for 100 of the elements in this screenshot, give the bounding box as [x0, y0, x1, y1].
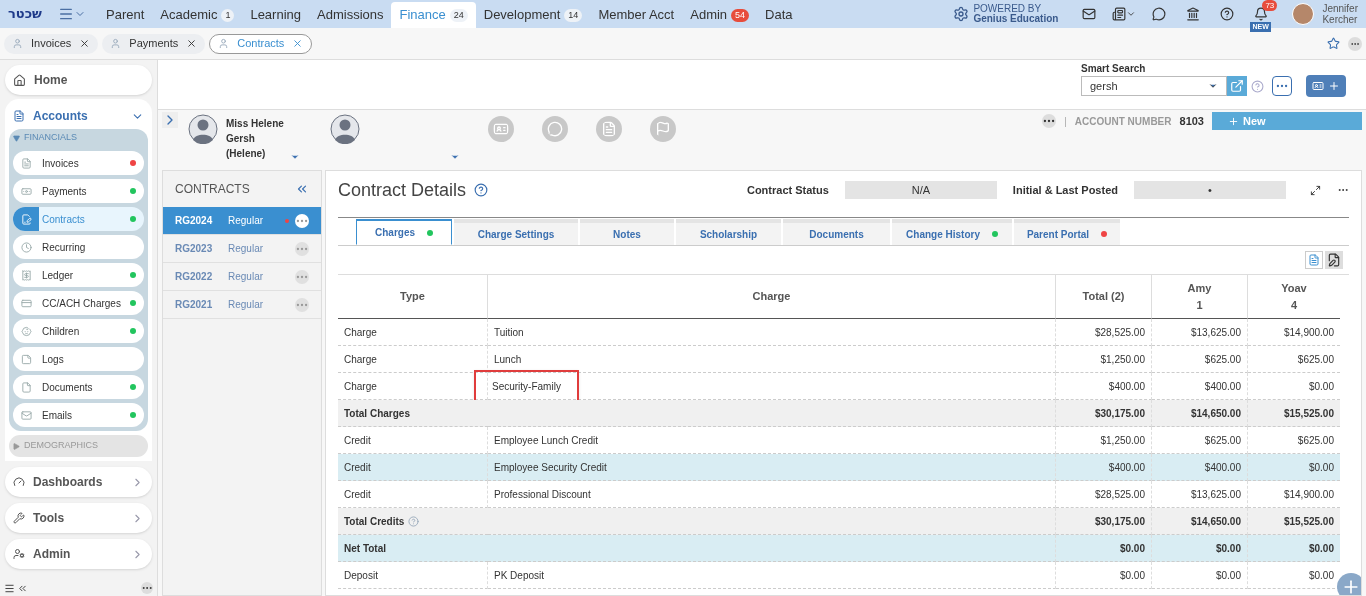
nav-tab[interactable]: Academic 1 [152, 2, 243, 28]
close-icon[interactable] [186, 38, 198, 49]
mail-icon[interactable] [1082, 7, 1097, 21]
sidebar-item[interactable]: Ledger [13, 263, 144, 287]
table-cell: Charge [338, 373, 488, 400]
external-link-icon[interactable] [1227, 76, 1247, 96]
avatar-icon [188, 114, 218, 144]
nav-tab[interactable]: Learning [242, 2, 309, 28]
tab[interactable]: Charge Settings [454, 219, 578, 245]
open-tab[interactable]: Payments [102, 33, 206, 54]
amount-cell: $0.00 [1152, 562, 1248, 589]
menu-icon[interactable] [4, 582, 15, 594]
tab[interactable]: Parent Portal [1014, 219, 1120, 245]
table-cell: Deposit [338, 562, 488, 589]
school-logo: שכטר [8, 5, 43, 24]
more-button[interactable] [1272, 76, 1292, 96]
table-cell: Employee Lunch Credit [488, 427, 1056, 454]
amount-cell: $0.00 [1248, 454, 1340, 481]
contract-type: Regular [228, 270, 265, 284]
edit-document-icon[interactable] [1325, 251, 1343, 269]
dropdown-caret-icon[interactable] [1208, 81, 1218, 91]
table-cell: Credit [338, 427, 488, 454]
nav-tab[interactable]: Data [757, 2, 801, 28]
document-icon[interactable] [1112, 7, 1127, 21]
contract-type: Regular [228, 298, 265, 312]
contract-code: RG2021 [175, 298, 214, 312]
sidebar-item[interactable]: Emails [13, 403, 144, 427]
expand-icon[interactable] [1310, 184, 1321, 196]
avatar-icon [329, 114, 360, 144]
tab[interactable]: Charges [356, 219, 452, 245]
user-name: Jennifer [1322, 3, 1358, 14]
sidebar-item[interactable]: Invoices [13, 151, 144, 175]
nav-tab[interactable]: Finance 24 [391, 2, 476, 28]
more-icon[interactable] [1348, 36, 1362, 51]
home-menu-item[interactable]: Home [5, 65, 152, 95]
amount-cell: $1,250.00 [1056, 346, 1152, 373]
nav-tab[interactable]: Member Acct [590, 2, 683, 28]
menu-item-label: Recurring [42, 240, 87, 255]
nav-tab[interactable]: Development 14 [475, 2, 591, 28]
nav-tab[interactable]: Admin 54 [682, 2, 758, 28]
building-icon[interactable] [1186, 7, 1201, 21]
star-icon[interactable] [1327, 37, 1340, 50]
close-icon[interactable] [79, 38, 91, 49]
open-tab[interactable]: Invoices [4, 33, 99, 54]
amount-cell: $13,625.00 [1152, 481, 1248, 508]
sidebar-item[interactable]: Documents [13, 375, 144, 399]
notification-badge: 73 [1262, 0, 1278, 11]
section-label: Admin [33, 546, 72, 563]
sidebar-section[interactable]: Dashboards [5, 467, 152, 497]
menu-icon[interactable] [58, 6, 74, 22]
sidebar-item[interactable]: Recurring [13, 235, 144, 259]
field-label: Contract Status [746, 182, 829, 198]
tab[interactable]: Notes [580, 219, 674, 245]
menu-item-icon [20, 213, 32, 225]
sidebar-item[interactable]: Children [13, 319, 144, 343]
expand-icon[interactable] [162, 112, 178, 128]
sidebar-item[interactable]: Logs [13, 347, 144, 371]
user-avatar[interactable] [1292, 3, 1315, 25]
chat-icon[interactable] [1152, 7, 1167, 21]
contact-name: Miss Helene [226, 117, 284, 131]
contact-name: (Helene) [226, 147, 267, 161]
more-icon[interactable] [1042, 114, 1057, 128]
amount-cell: $625.00 [1152, 346, 1248, 373]
sidebar-item[interactable]: Payments [13, 179, 144, 203]
tab[interactable]: Scholarship [676, 219, 781, 245]
more-icon[interactable] [141, 582, 153, 594]
table-cell: Total Charges [338, 400, 488, 427]
table-cell: Employee Security Credit [488, 454, 1056, 481]
sidebar-item[interactable]: CC/ACH Charges [13, 291, 144, 315]
caret-icon[interactable] [289, 152, 300, 162]
help-icon[interactable] [474, 183, 489, 197]
account-number-label: ACCOUNT NUMBER [1074, 114, 1172, 129]
menu-item-label: Ledger [42, 268, 75, 283]
nav-tab[interactable]: Parent [98, 2, 153, 28]
collapse-icon[interactable] [295, 182, 309, 196]
sidebar-section[interactable]: Admin [5, 539, 152, 569]
tab[interactable]: Change History [892, 219, 1012, 245]
amount-cell: $28,525.00 [1056, 319, 1152, 346]
menu-item-icon [20, 381, 32, 393]
nav-tab[interactable]: Admissions [309, 2, 392, 28]
user-icon [12, 38, 23, 49]
bell-icon[interactable] [1254, 7, 1269, 21]
search-field[interactable]: gersh [1081, 76, 1227, 96]
caret-icon[interactable] [449, 152, 460, 162]
contract-code: RG2022 [175, 270, 214, 284]
user-name: Kercher [1322, 14, 1358, 25]
amount-cell: $30,175.00 [1056, 400, 1152, 427]
open-tab[interactable]: Contracts [209, 33, 313, 54]
help-icon[interactable] [1220, 7, 1235, 21]
section-icon [13, 512, 25, 524]
contact-name: Gersh [226, 132, 256, 146]
contract-code: RG2023 [175, 242, 214, 256]
sidebar-section[interactable]: Tools [5, 503, 152, 533]
column-title: Yoav [1281, 281, 1307, 296]
caret-icon [13, 442, 20, 450]
add-contact-button[interactable] [1306, 75, 1346, 97]
count-badge: 1 [221, 8, 235, 22]
accounts-menu-item[interactable]: Accounts [9, 103, 148, 129]
amount-cell: $400.00 [1056, 373, 1152, 400]
tab[interactable]: Documents [783, 219, 890, 245]
